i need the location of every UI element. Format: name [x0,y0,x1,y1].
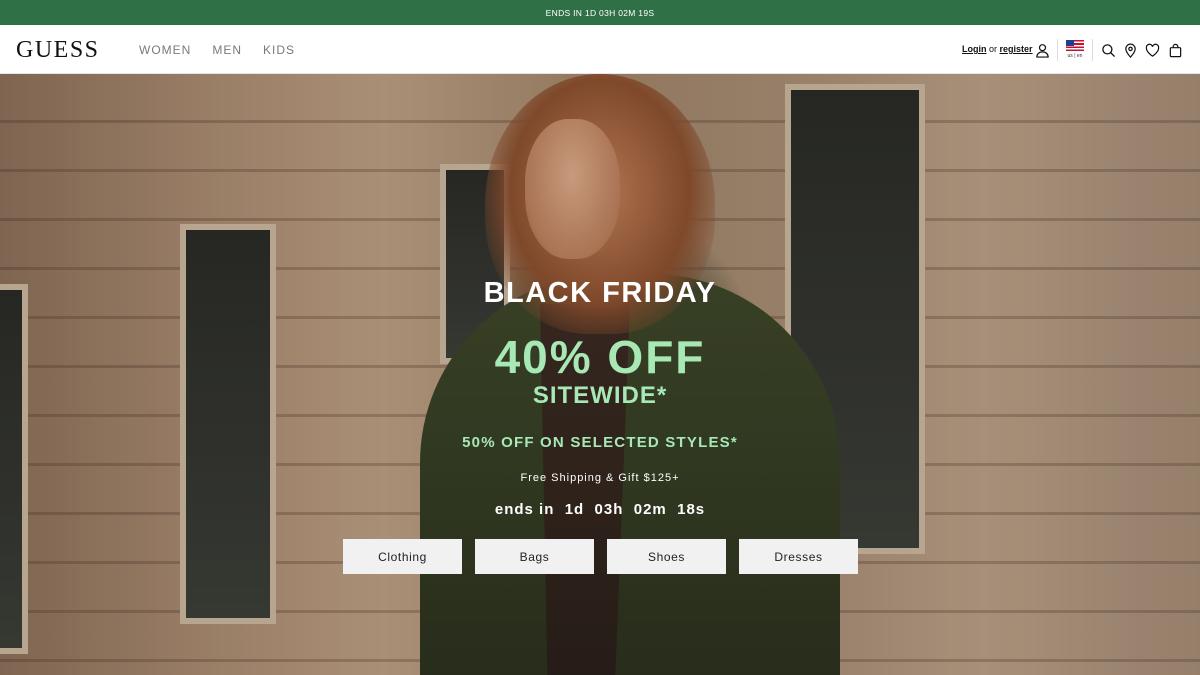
or-text: or [989,44,998,54]
shoes-button[interactable]: Shoes [607,539,726,574]
category-buttons: Clothing Bags Shoes Dresses [343,539,858,574]
shopping-bag-icon[interactable] [1165,40,1185,60]
account-icon[interactable] [1032,40,1052,60]
header-divider [1092,39,1093,61]
account-links: Login or register [962,44,1033,54]
register-link[interactable]: register [1000,44,1033,54]
hero-discount: 40% OFF [494,331,706,383]
promo-countdown-text: ENDS IN 1D 03H 02M 19S [545,7,655,18]
search-icon[interactable] [1098,40,1118,60]
login-link[interactable]: Login [962,44,987,54]
nav-men[interactable]: MEN [212,43,242,57]
hero-selected-styles: 50% OFF ON SELECTED STYLES* [462,434,738,451]
hero-text-block: BLACK FRIDAY 40% OFF SITEWIDE* 50% OFF O… [0,74,1200,675]
clothing-button[interactable]: Clothing [343,539,462,574]
promo-banner: ENDS IN 1D 03H 02M 19S [0,0,1200,25]
wishlist-heart-icon[interactable] [1142,40,1162,60]
hero-countdown: ends in 1d 03h 02m 18s [494,501,706,518]
main-nav: WOMEN MEN KIDS [139,43,295,57]
site-header: GUESS WOMEN MEN KIDS Login or register u… [0,25,1200,74]
nav-women[interactable]: WOMEN [139,43,191,57]
hero-shipping-note: Free Shipping & Gift $125+ [520,472,680,484]
header-divider [1057,39,1058,61]
dresses-button[interactable]: Dresses [739,539,858,574]
hero-sitewide: SITEWIDE* [532,382,668,409]
us-flag-icon [1066,40,1084,51]
locale-label: us | en [1067,53,1083,59]
guess-logo[interactable]: GUESS [16,37,100,64]
store-locator-icon[interactable] [1120,40,1140,60]
bags-button[interactable]: Bags [475,539,594,574]
nav-kids[interactable]: KIDS [263,43,295,57]
hero-banner[interactable]: BLACK FRIDAY 40% OFF SITEWIDE* 50% OFF O… [0,74,1200,675]
hero-title: BLACK FRIDAY [483,277,717,309]
locale-selector[interactable]: us | en [1066,40,1084,59]
